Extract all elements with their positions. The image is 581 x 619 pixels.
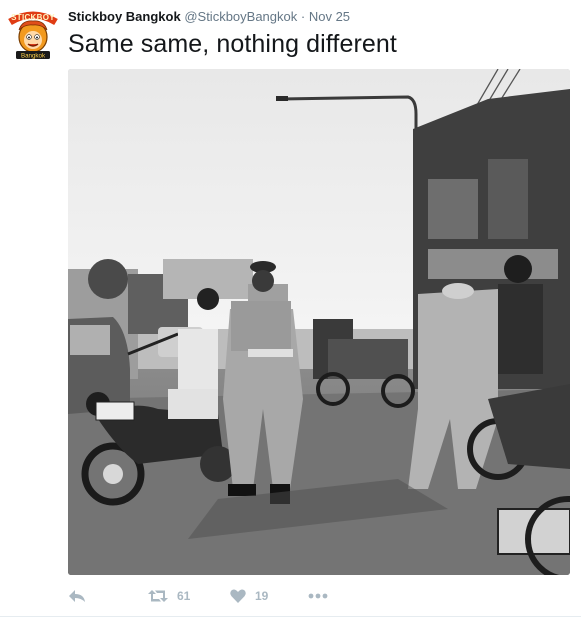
retweet-button[interactable]: 61 (148, 585, 190, 607)
tweet-divider (0, 616, 581, 617)
tweet-timestamp[interactable]: Nov 25 (309, 9, 350, 24)
street-scene-photo (68, 69, 570, 575)
author-handle[interactable]: @StickboyBangkok (184, 9, 297, 24)
stickboy-logo-icon: STICKBOY Bangkok (8, 11, 58, 59)
heart-icon (230, 589, 246, 603)
tweet-text: Same same, nothing different (68, 30, 397, 58)
more-dots-icon (308, 593, 328, 599)
author-name[interactable]: Stickboy Bangkok (68, 9, 181, 24)
retweet-icon (148, 590, 168, 602)
tweet-photo[interactable] (68, 69, 570, 575)
more-button[interactable] (308, 585, 328, 607)
retweet-count: 61 (177, 589, 191, 603)
svg-text:STICKBOY: STICKBOY (11, 13, 55, 22)
tweet-header: Stickboy Bangkok @StickboyBangkok · Nov … (68, 9, 350, 24)
reply-icon (69, 590, 85, 602)
header-separator: · (300, 9, 306, 24)
like-button[interactable]: 19 (230, 585, 268, 607)
tweet-actions: 61 19 (68, 585, 368, 607)
reply-button[interactable] (68, 585, 86, 607)
svg-text:Bangkok: Bangkok (21, 52, 46, 59)
like-count: 19 (255, 589, 269, 603)
avatar[interactable]: STICKBOY Bangkok (8, 10, 58, 60)
